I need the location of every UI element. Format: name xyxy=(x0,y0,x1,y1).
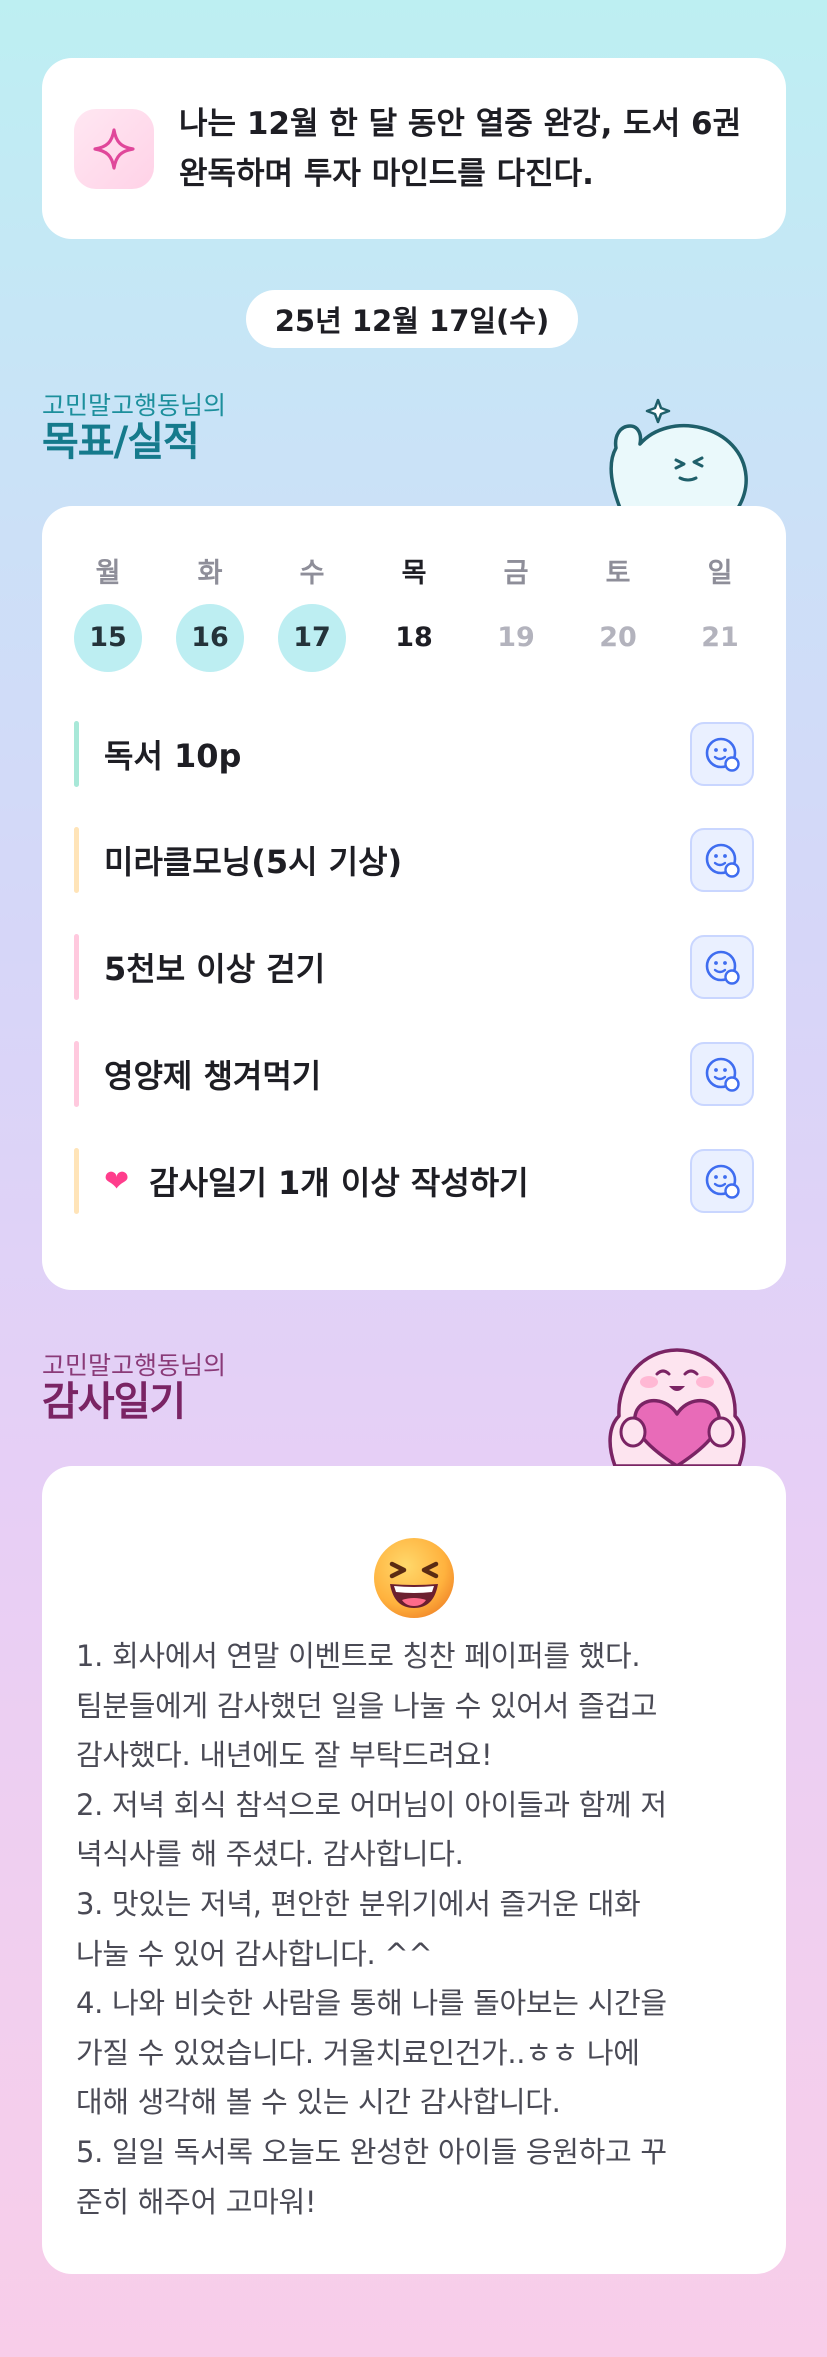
task-item: 영양제 챙겨먹기 xyxy=(74,1041,754,1107)
day-sun[interactable]: 일 21 xyxy=(686,554,754,672)
task-color-bar xyxy=(74,827,79,893)
goal-text: 나는 12월 한 달 동안 열중 완강, 도서 6권 완독하며 투자 마인드를 … xyxy=(179,105,742,192)
day-name: 목 xyxy=(401,558,427,589)
smile-check-icon[interactable] xyxy=(690,1149,754,1213)
day-name: 일 xyxy=(707,558,733,589)
task-item: ❤ 감사일기 1개 이상 작성하기 xyxy=(74,1148,754,1214)
day-number: 20 xyxy=(599,622,637,653)
smile-check-icon[interactable] xyxy=(690,828,754,892)
task-label: 감사일기 1개 이상 작성하기 xyxy=(149,1164,529,1202)
diary-section-subtitle: 고민말고행동님의 xyxy=(42,1351,227,1380)
day-fri[interactable]: 금 19 xyxy=(482,554,550,672)
diary-section-title: 감사일기 xyxy=(42,1379,186,1425)
task-color-bar xyxy=(74,1148,79,1214)
day-thu[interactable]: 목 18 xyxy=(380,554,448,672)
day-number: 18 xyxy=(395,622,433,653)
task-item: 5천보 이상 걷기 xyxy=(74,934,754,1000)
mascot-heart-icon xyxy=(608,1348,746,1466)
day-name: 월 xyxy=(95,558,121,589)
goals-section-subtitle: 고민말고행동님의 xyxy=(42,391,227,420)
smile-check-icon[interactable] xyxy=(690,722,754,786)
task-label-wrap: ❤ 감사일기 1개 이상 작성하기 xyxy=(104,1158,690,1204)
day-number: 19 xyxy=(497,622,535,653)
day-number: 21 xyxy=(701,622,739,653)
task-label-wrap: 5천보 이상 걷기 xyxy=(104,944,690,990)
sparkle-icon xyxy=(74,108,154,189)
task-label-wrap: 미라클모닝(5시 기상) xyxy=(104,837,690,883)
goal-card: 나는 12월 한 달 동안 열중 완강, 도서 6권 완독하며 투자 마인드를 … xyxy=(42,58,786,239)
mascot-waving-icon xyxy=(609,398,748,508)
day-wed[interactable]: 수 17 xyxy=(278,554,346,672)
task-label: 미라클모닝(5시 기상) xyxy=(104,843,403,881)
day-mon[interactable]: 월 15 xyxy=(74,554,142,672)
task-item: 독서 10p xyxy=(74,721,754,787)
day-name: 금 xyxy=(503,558,529,589)
day-number: 15 xyxy=(74,604,142,672)
day-name: 화 xyxy=(197,558,223,589)
goal-tracker-card: 월 15 화 16 수 17 목 18 금 19 토 20 일 21 독서 10… xyxy=(42,506,786,1290)
gratitude-diary-card: 1. 회사에서 연말 이벤트로 칭찬 페이퍼를 했다. 팀분들에게 감사했던 일… xyxy=(42,1466,786,2274)
goals-section-title: 목표/실적 xyxy=(42,419,200,465)
task-label: 독서 10p xyxy=(104,737,242,775)
day-number: 17 xyxy=(278,604,346,672)
task-color-bar xyxy=(74,934,79,1000)
day-tue[interactable]: 화 16 xyxy=(176,554,244,672)
heart-icon: ❤ xyxy=(104,1163,130,1199)
day-name: 토 xyxy=(605,558,631,589)
task-color-bar xyxy=(74,1041,79,1107)
date-pill[interactable]: 25년 12월 17일(수) xyxy=(246,290,578,348)
task-label: 5천보 이상 걷기 xyxy=(104,950,326,988)
smile-check-icon[interactable] xyxy=(690,1042,754,1106)
day-name: 수 xyxy=(299,558,325,589)
smile-check-icon[interactable] xyxy=(690,935,754,999)
diary-text: 1. 회사에서 연말 이벤트로 칭찬 페이퍼를 했다. 팀분들에게 감사했던 일… xyxy=(76,1639,667,2219)
task-label: 영양제 챙겨먹기 xyxy=(104,1057,322,1095)
task-item: 미라클모닝(5시 기상) xyxy=(74,827,754,893)
laughing-face-icon xyxy=(374,1538,454,1618)
day-number: 16 xyxy=(176,604,244,672)
day-sat[interactable]: 토 20 xyxy=(584,554,652,672)
task-label-wrap: 독서 10p xyxy=(104,731,690,777)
task-label-wrap: 영양제 챙겨먹기 xyxy=(104,1051,690,1097)
task-color-bar xyxy=(74,721,79,787)
